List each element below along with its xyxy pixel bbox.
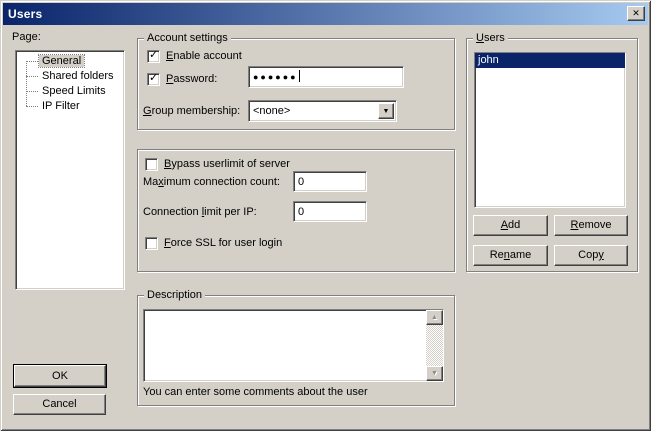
bypass-userlimit-checkbox[interactable] (145, 158, 158, 171)
text-caret (299, 70, 300, 82)
tree-item-ip-filter[interactable]: IP Filter (16, 99, 124, 114)
close-icon[interactable]: ✕ (627, 6, 645, 21)
cancel-button[interactable]: Cancel (13, 394, 106, 415)
password-input[interactable]: ●●●●●● (248, 66, 404, 88)
scroll-up-icon[interactable]: ▲ (426, 310, 443, 325)
tree-item-speed-limits[interactable]: Speed Limits (16, 84, 124, 99)
scroll-down-icon[interactable]: ▼ (426, 366, 443, 381)
enable-account-checkbox[interactable]: ✓ (147, 50, 160, 63)
group-membership-label: Group membership: (143, 105, 240, 118)
page-tree[interactable]: General Shared folders Speed Limits IP F… (15, 50, 125, 290)
check-icon: ✓ (149, 72, 158, 85)
force-ssl-checkbox[interactable] (145, 237, 158, 250)
users-dialog: Users ✕ Page: General Shared folders Spe… (0, 0, 651, 431)
copy-button[interactable]: Copy (554, 245, 628, 266)
force-ssl-label: Force SSL for user login (164, 237, 282, 250)
description-hint: You can enter some comments about the us… (143, 386, 368, 399)
tree-item-general[interactable]: General (16, 54, 124, 69)
description-caption: Description (144, 289, 205, 302)
connection-per-ip-label: Connection limit per IP: (143, 206, 257, 219)
title-bar[interactable]: Users (3, 3, 648, 25)
account-settings-caption: Account settings (144, 32, 231, 45)
list-item-john[interactable]: john (475, 53, 625, 68)
chevron-down-icon[interactable]: ▼ (378, 103, 394, 119)
add-button[interactable]: Add (473, 215, 548, 236)
page-label: Page: (12, 31, 41, 44)
ok-button[interactable]: OK (14, 365, 106, 387)
check-icon: ✓ (149, 49, 158, 62)
password-label: Password: (166, 73, 217, 86)
enable-account-label: Enable account (166, 50, 242, 63)
description-textarea[interactable]: ▲ ▼ (143, 309, 444, 382)
group-membership-select[interactable]: <none> ▼ (248, 100, 397, 122)
users-caption: Users (473, 32, 508, 45)
password-checkbox[interactable]: ✓ (147, 73, 160, 86)
remove-button[interactable]: Remove (554, 215, 628, 236)
tree-item-shared-folders[interactable]: Shared folders (16, 69, 124, 84)
max-connection-label: Maximum connection count: (143, 176, 280, 189)
connection-per-ip-input[interactable]: 0 (293, 201, 367, 222)
rename-button[interactable]: Rename (473, 245, 548, 266)
description-scrollbar[interactable]: ▲ ▼ (426, 310, 443, 381)
users-list[interactable]: john (474, 52, 626, 208)
dialog-title: Users (8, 7, 42, 21)
bypass-userlimit-label: Bypass userlimit of server (164, 158, 290, 171)
max-connection-input[interactable]: 0 (293, 171, 367, 192)
